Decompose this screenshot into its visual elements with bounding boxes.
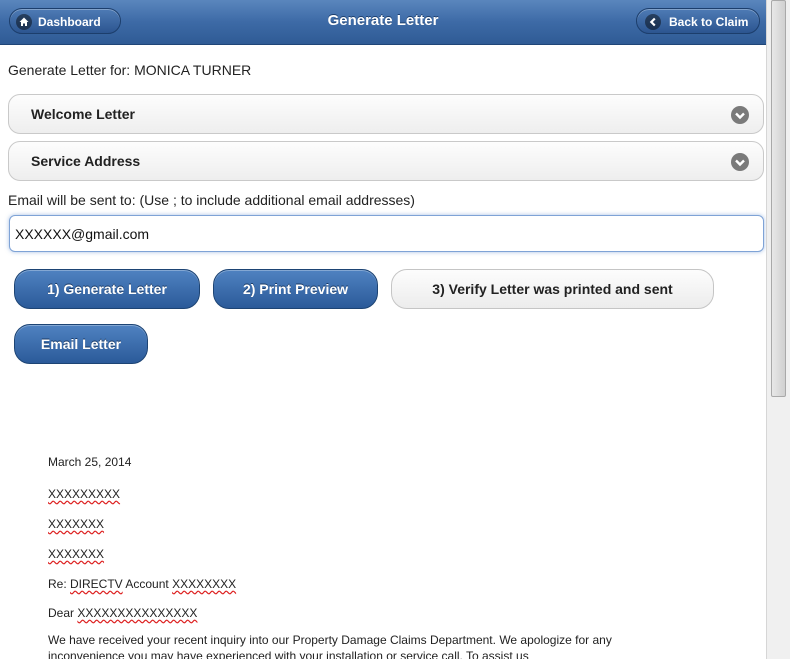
welcome-letter-label: Welcome Letter: [31, 106, 135, 122]
chevron-left-icon: [645, 14, 661, 30]
letter-address-line: XXXXXXXXX: [48, 487, 121, 501]
service-address-collapsible[interactable]: Service Address: [8, 141, 764, 181]
email-recipients-label: Email will be sent to: (Use ; to include…: [8, 192, 415, 208]
chevron-down-icon: [731, 153, 749, 171]
back-to-claim-button[interactable]: Back to Claim: [636, 8, 760, 34]
email-input[interactable]: [9, 215, 764, 252]
chevron-down-icon: [731, 106, 749, 124]
letter-re-line: Re: DIRECTV Account XXXXXXXX: [48, 577, 236, 591]
dear-name: XXXXXXXXXXXXXXX: [77, 606, 198, 620]
re-prefix: Re:: [48, 577, 71, 591]
header-bar: Dashboard Generate Letter Back to Claim: [0, 0, 766, 45]
letter-date: March 25, 2014: [48, 455, 132, 469]
welcome-letter-collapsible[interactable]: Welcome Letter: [8, 94, 764, 134]
re-account-number: XXXXXXXX: [172, 577, 237, 591]
email-letter-button[interactable]: Email Letter: [14, 324, 148, 364]
back-to-claim-label: Back to Claim: [669, 15, 749, 29]
vertical-scrollbar[interactable]: [766, 0, 790, 659]
verify-letter-button[interactable]: 3) Verify Letter was printed and sent: [391, 269, 714, 309]
print-preview-button[interactable]: 2) Print Preview: [213, 269, 378, 309]
scrollbar-thumb[interactable]: [771, 0, 786, 397]
letter-address-line: XXXXXXX: [48, 547, 105, 561]
dear-prefix: Dear: [48, 606, 78, 620]
generate-for-text: Generate Letter for: MONICA TURNER: [8, 62, 252, 78]
service-address-label: Service Address: [31, 153, 141, 169]
letter-salutation: Dear XXXXXXXXXXXXXXX: [48, 606, 197, 620]
generate-letter-button[interactable]: 1) Generate Letter: [14, 269, 200, 309]
letter-address-line: XXXXXXX: [48, 517, 105, 531]
page: Dashboard Generate Letter Back to Claim …: [0, 0, 790, 659]
letter-body: We have received your recent inquiry int…: [48, 633, 612, 659]
re-account-label: Account: [122, 577, 173, 591]
re-company: DIRECTV: [70, 577, 123, 591]
